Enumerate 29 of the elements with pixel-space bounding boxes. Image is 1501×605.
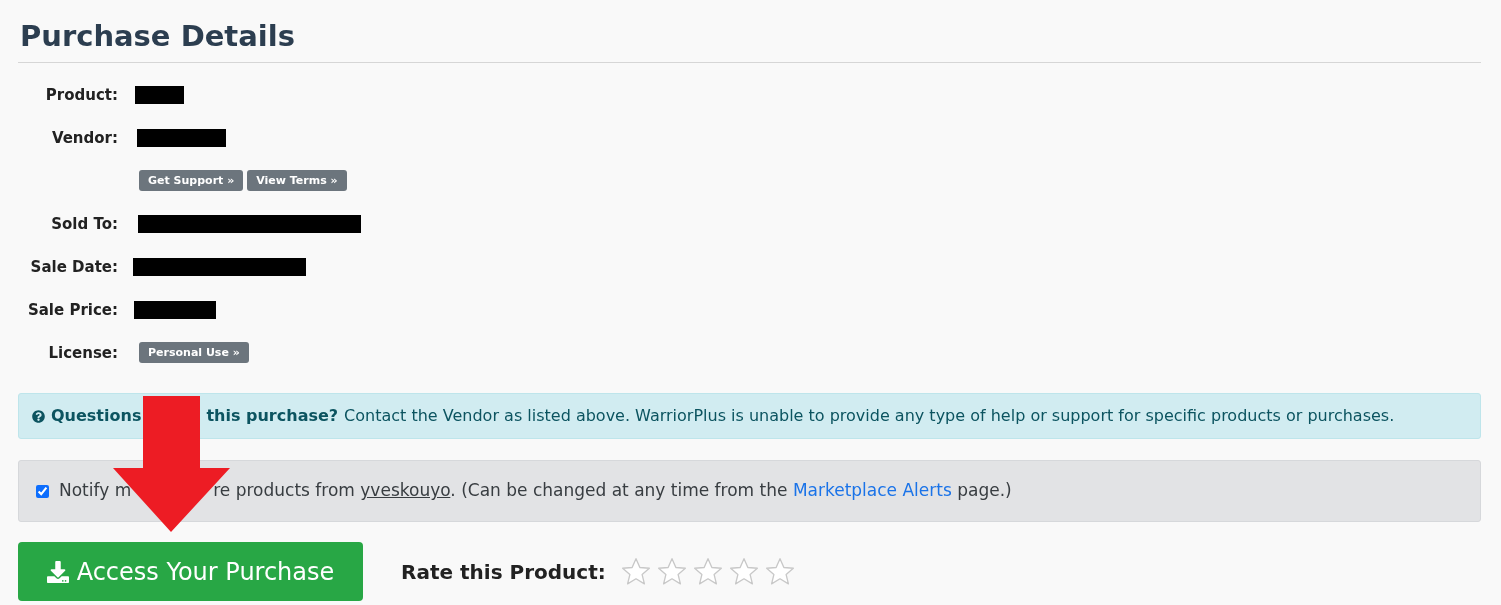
alert-text: Contact the Vendor as listed above. WarriorPlus is unable to provide any type of help or support for specific products or purchases. [344,405,1395,427]
redaction-bar [135,85,184,104]
star-icon[interactable] [691,555,724,588]
field-label: Vendor: [51,128,118,147]
field-label: License: [48,343,118,362]
small-button[interactable]: Personal Use » [139,342,249,363]
field-label: Sale Date: [30,257,118,276]
star-icon[interactable] [655,555,688,588]
rating-label: Rate this Product: [401,558,606,586]
field-label: Sale Price: [27,300,118,319]
notify-text: Notify m [59,479,132,503]
star-icon[interactable] [727,555,760,588]
notify-checkbox[interactable] [36,484,49,498]
question-icon [32,409,45,423]
field-label: Product: [45,85,118,104]
page-title: Purchase Details [19,18,296,55]
alert-lead: Questions [51,405,142,427]
alerts-link[interactable]: Marketplace Alerts [792,480,952,501]
small-button[interactable]: View Terms » [247,170,347,191]
access-purchase-button[interactable]: Access Your Purchase [18,542,363,601]
vendor-link[interactable]: yveskouyo [360,480,451,501]
notify-text: re products from yveskouyo. (Can be changed at any time from the Marketplace Alerts page.) [213,479,1012,503]
star-icon[interactable] [763,555,796,588]
star-icon[interactable] [619,555,652,588]
download-icon [46,560,69,583]
field-label: Sold To: [51,214,118,233]
small-button[interactable]: Get Support » [139,170,244,191]
alert-lead: this purchase? [206,405,339,427]
star-rating[interactable] [619,555,796,588]
